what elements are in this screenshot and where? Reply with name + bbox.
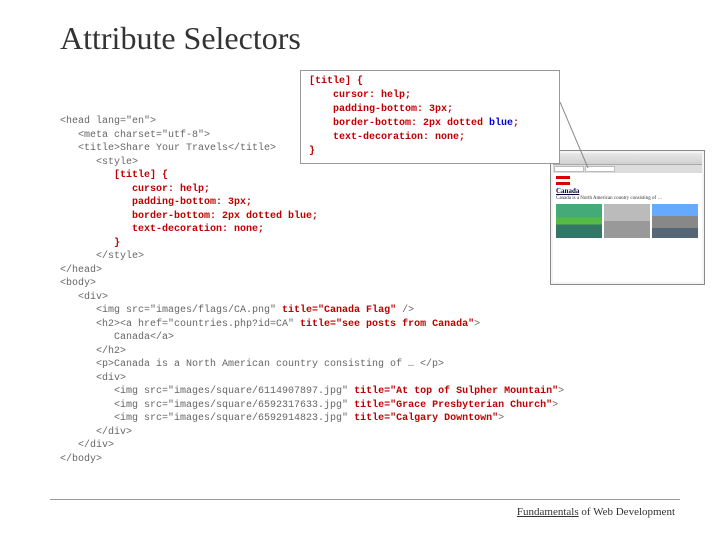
footer-attribution: Fundamentals of Web Development — [517, 506, 675, 518]
thumb-church — [604, 204, 650, 238]
code-line: </head> — [60, 265, 102, 276]
callout-connector — [560, 102, 590, 170]
code-line: <div> — [60, 373, 126, 384]
code-line: </style> — [60, 251, 144, 262]
code-line: <head lang="en"> — [60, 116, 156, 127]
code-attr-title: title="Grace Presbyterian Church" — [354, 400, 552, 411]
code-attr-title: title="Canada Flag" — [282, 305, 396, 316]
slide: Attribute Selectors [title] { cursor: he… — [0, 0, 720, 540]
code-line: <title>Share Your Travels</title> — [60, 143, 276, 154]
callout-prop-border-b: blue — [489, 118, 513, 129]
code-line: <style> — [60, 157, 138, 168]
browser-viewport: Canada Canada is a North American countr… — [553, 173, 702, 282]
code-attr-title: title="Calgary Downtown" — [354, 413, 498, 424]
browser-para: Canada is a North American country consi… — [556, 196, 699, 202]
thumb-downtown — [652, 204, 698, 238]
code-line: </div> — [60, 440, 114, 451]
callout-prop-textdec: text-decoration: none; — [333, 132, 465, 143]
code-line-part: > — [558, 386, 564, 397]
code-line: <div> — [60, 292, 108, 303]
code-line-selector: [title] { — [60, 170, 168, 181]
code-line-part: > — [552, 400, 558, 411]
thumb-mountain — [556, 204, 602, 238]
footer-rest: of Web Development — [579, 506, 675, 518]
code-line-prop: padding-bottom: 3px; — [60, 197, 252, 208]
callout-prop-cursor: cursor: help; — [333, 90, 411, 101]
code-line: <meta charset="utf-8"> — [60, 130, 210, 141]
code-line-prop: border-bottom: 2px dotted blue; — [60, 211, 318, 222]
code-line-part: > — [498, 413, 504, 424]
browser-heading: Canada — [556, 187, 699, 195]
code-line-part: > — [474, 319, 480, 330]
callout-prop-border-c: ; — [513, 118, 519, 129]
code-line-part: <img src="images/flags/CA.png" — [60, 305, 282, 316]
callout-close: } — [309, 146, 315, 157]
code-line-prop: text-decoration: none; — [60, 224, 264, 235]
code-line: </h2> — [60, 346, 126, 357]
code-line: <p>Canada is a North American country co… — [60, 359, 444, 370]
callout-prop-border-a: border-bottom: 2px dotted — [333, 118, 489, 129]
code-attr-title: title="see posts from Canada" — [300, 319, 474, 330]
code-line: </div> — [60, 427, 132, 438]
callout-prop-padding: padding-bottom: 3px; — [333, 104, 453, 115]
footer-divider — [50, 499, 680, 500]
code-line-part: <img src="images/square/6114907897.jpg" — [60, 386, 354, 397]
code-line-part: <img src="images/square/6592317633.jpg" — [60, 400, 354, 411]
thumbnail-row — [556, 204, 699, 238]
code-line: Canada</a> — [60, 332, 174, 343]
code-attr-title: title="At top of Sulpher Mountain" — [354, 386, 558, 397]
code-line: <body> — [60, 278, 96, 289]
browser-preview: Canada Canada is a North American countr… — [550, 150, 705, 285]
footer-underlined: Fundamentals — [517, 506, 579, 518]
code-line-close: } — [60, 238, 120, 249]
code-line-part: /> — [396, 305, 414, 316]
slide-title: Attribute Selectors — [60, 20, 670, 57]
callout-selector: [title] { — [309, 76, 363, 87]
code-line-prop: cursor: help; — [60, 184, 210, 195]
css-callout: [title] { cursor: help; padding-bottom: … — [300, 70, 560, 164]
code-line: </body> — [60, 454, 102, 465]
code-line-part: <img src="images/square/6592914823.jpg" — [60, 413, 354, 424]
canada-flag-icon — [556, 176, 570, 185]
code-line-part: <h2><a href="countries.php?id=CA" — [60, 319, 300, 330]
